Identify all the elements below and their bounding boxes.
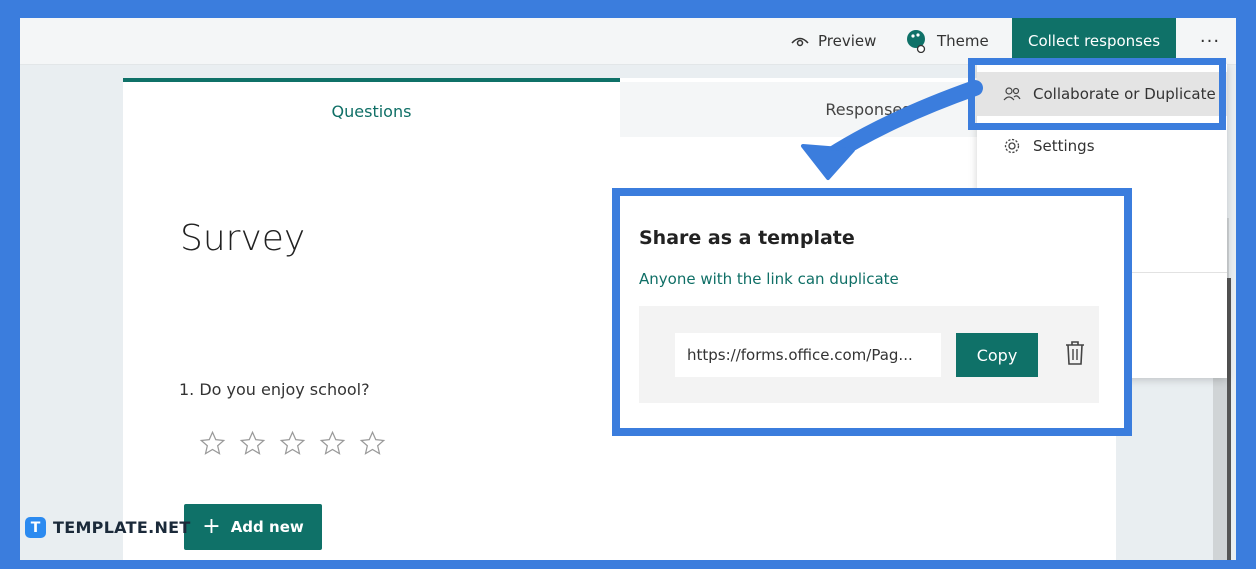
share-template-card: Share as a template Anyone with the link… bbox=[612, 188, 1132, 436]
app-window: Preview Theme Collect responses ··· Ques… bbox=[20, 18, 1236, 560]
share-title: Share as a template bbox=[639, 227, 855, 249]
copy-button[interactable]: Copy bbox=[956, 333, 1038, 377]
trash-icon[interactable] bbox=[1064, 340, 1086, 366]
watermark-badge: T bbox=[25, 517, 46, 538]
share-subtitle: Anyone with the link can duplicate bbox=[639, 270, 899, 288]
watermark-text: TEMPLATE.NET bbox=[53, 518, 191, 537]
share-link-box: https://forms.office.com/Pag... Copy bbox=[639, 306, 1099, 403]
template-net-watermark: T TEMPLATE.NET bbox=[25, 517, 191, 538]
template-link-field[interactable]: https://forms.office.com/Pag... bbox=[675, 333, 941, 377]
